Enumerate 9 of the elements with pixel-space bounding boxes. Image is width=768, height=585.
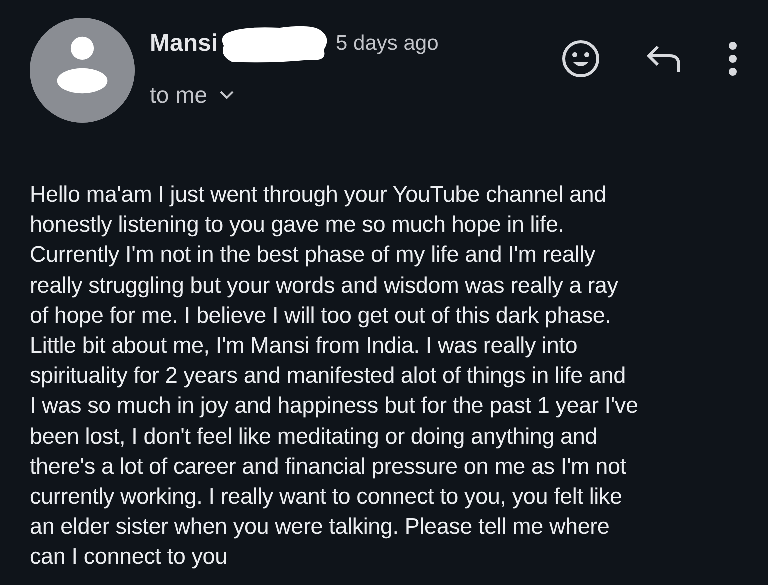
emoji-icon[interactable] — [562, 40, 600, 78]
sender-name: Mansi — [150, 29, 218, 59]
chevron-down-icon[interactable] — [220, 90, 234, 100]
more-icon[interactable] — [728, 41, 738, 77]
avatar-icon — [30, 18, 135, 123]
recipient-label: to me — [150, 81, 208, 110]
timestamp: 5 days ago — [336, 31, 439, 57]
reply-icon[interactable] — [646, 44, 682, 74]
message-body: Hello ma'am I just went through your YouTube channel and honestly listening to you gave me so much hope in life. Currently I'm not in the best phase of my life and I'm really really struggling but your words and wisdom was really a ray of hope for me. I believe I will too get out of this dark phase. Little bit about me, I'm Mansi from India. I was really into spirituality for 2 years and manifested alot of things in life and I was so much in joy and happiness but for the past 1 year I've been lost, I don't feel like meditating or doing anything and there's a lot of career and financial pressure on me as I'm not currently working. I really want to connect to you, you felt like an elder sister when you were talking. Please tell me where can I connect to you — [29, 181, 640, 572]
